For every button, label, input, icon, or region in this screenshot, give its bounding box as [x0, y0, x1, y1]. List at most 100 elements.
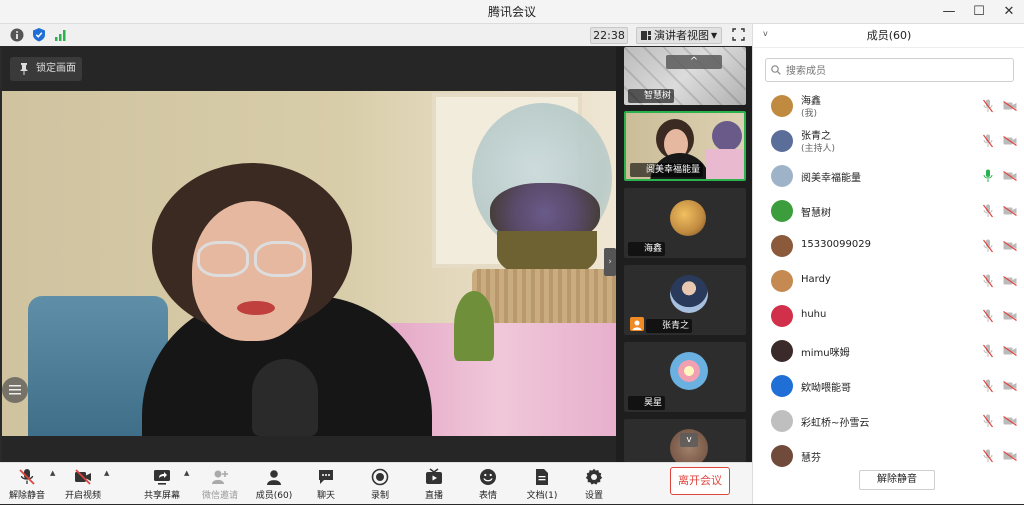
mic-muted-icon[interactable] — [983, 134, 993, 148]
collapse-panel-chevron-icon[interactable]: v — [763, 29, 768, 38]
info-icon[interactable] — [10, 28, 24, 42]
start-video-button[interactable]: 开启视频 — [60, 463, 106, 505]
live-stream-icon — [426, 468, 442, 484]
security-shield-icon[interactable] — [32, 27, 46, 42]
record-label: 录制 — [370, 491, 389, 501]
emoji-button[interactable]: 表情 — [468, 463, 508, 505]
camera-off-icon[interactable] — [1003, 311, 1017, 321]
camera-off-icon[interactable] — [1003, 381, 1017, 391]
emoji-label: 表情 — [478, 491, 497, 501]
settings-label: 设置 — [584, 491, 603, 501]
settings-button[interactable]: 设置 — [574, 463, 614, 505]
member-row[interactable]: mimu咪姆 — [753, 334, 1024, 369]
unmute-button[interactable]: 解除静音 — [6, 463, 48, 505]
video-thumb[interactable]: 张青之 — [624, 265, 746, 335]
gear-icon — [585, 468, 603, 485]
pin-view-label: 锁定画面 — [36, 63, 76, 74]
mic-muted-icon[interactable] — [983, 239, 993, 253]
member-name: 慧芬 — [801, 453, 821, 464]
maximize-icon[interactable]: ☐ — [964, 0, 994, 24]
member-row[interactable]: 张青之 (主持人) — [753, 124, 1024, 159]
mic-muted-icon[interactable] — [983, 204, 993, 218]
camera-off-icon[interactable] — [1003, 416, 1017, 426]
signal-strength-icon[interactable] — [54, 28, 68, 42]
share-options-chevron-icon[interactable]: ▲ — [184, 469, 189, 477]
video-options-chevron-icon[interactable]: ▲ — [104, 469, 109, 477]
view-mode-select[interactable]: 演讲者视图 ▼ — [636, 27, 722, 44]
mic-on-icon[interactable] — [983, 169, 993, 183]
record-button[interactable]: 录制 — [360, 463, 400, 505]
avatar — [670, 352, 708, 390]
video-thumb[interactable]: ^ 智慧树 — [624, 47, 746, 105]
mic-muted-icon[interactable] — [983, 414, 993, 428]
leave-meeting-button[interactable]: 离开会议 — [670, 467, 730, 495]
share-screen-button[interactable]: 共享屏幕 — [140, 463, 184, 505]
member-name: 海鑫 — [801, 96, 821, 107]
document-icon — [536, 469, 548, 485]
member-row[interactable]: 欸呦喂能哥 — [753, 369, 1024, 404]
member-name: 阅美幸福能量 — [801, 173, 861, 184]
mic-muted-icon[interactable] — [983, 449, 993, 463]
mic-muted-icon[interactable] — [983, 344, 993, 358]
audio-options-chevron-icon[interactable]: ▲ — [50, 469, 55, 477]
member-row[interactable]: 慧芬 — [753, 439, 1024, 474]
members-icon — [267, 470, 281, 485]
mic-muted-icon[interactable] — [983, 379, 993, 393]
camera-off-icon[interactable] — [1003, 171, 1017, 181]
scroll-down-icon[interactable]: v — [680, 433, 698, 447]
chat-button[interactable]: 聊天 — [306, 463, 346, 505]
member-name: mimu咪姆 — [801, 348, 850, 359]
chat-label: 聊天 — [316, 491, 335, 501]
camera-off-icon[interactable] — [1003, 206, 1017, 216]
wechat-invite-label: 微信邀请 — [201, 491, 238, 501]
member-search[interactable] — [765, 58, 1014, 82]
camera-off-icon[interactable] — [1003, 136, 1017, 146]
member-row[interactable]: huhu — [753, 299, 1024, 334]
avatar — [771, 340, 793, 362]
video-thumb[interactable]: 昊星 — [624, 342, 746, 412]
member-row[interactable]: 阅美幸福能量 — [753, 159, 1024, 194]
camera-off-icon[interactable] — [1003, 241, 1017, 251]
member-row[interactable]: 海鑫 (我) — [753, 89, 1024, 124]
members-label: 成员(60) — [255, 491, 293, 501]
side-menu-button[interactable] — [2, 377, 28, 403]
unmute-all-button[interactable]: 解除静音 — [859, 470, 935, 490]
member-name: 彩虹桥~孙雪云 — [801, 418, 870, 429]
share-screen-icon — [154, 470, 170, 485]
camera-off-icon[interactable] — [1003, 276, 1017, 286]
panel-title: 成员(60) — [753, 24, 1024, 48]
member-search-input[interactable] — [784, 61, 1008, 81]
member-row[interactable]: 智慧树 — [753, 194, 1024, 229]
main-video-area[interactable]: 锁定画面 — [2, 47, 616, 462]
avatar — [771, 410, 793, 432]
start-video-label: 开启视频 — [64, 491, 101, 501]
member-row[interactable]: 彩虹桥~孙雪云 — [753, 404, 1024, 439]
video-thumb-active[interactable]: 阅美幸福能量 — [624, 111, 746, 181]
member-name: 15330099029 — [801, 239, 871, 250]
members-button[interactable]: 成员(60) — [252, 463, 296, 505]
camera-off-icon[interactable] — [1003, 346, 1017, 356]
video-thumb[interactable]: v — [624, 419, 746, 462]
video-thumb[interactable]: 海鑫 — [624, 188, 746, 258]
fullscreen-icon[interactable] — [732, 28, 745, 41]
pin-view-button[interactable]: 锁定画面 — [10, 57, 82, 81]
video-off-icon — [75, 469, 91, 485]
mic-muted-icon[interactable] — [983, 99, 993, 113]
avatar — [771, 130, 793, 152]
camera-off-icon[interactable] — [1003, 451, 1017, 461]
wechat-invite-button[interactable]: 微信邀请 — [198, 463, 242, 505]
close-icon[interactable]: ✕ — [994, 0, 1024, 24]
mic-muted-icon[interactable] — [983, 309, 993, 323]
docs-button[interactable]: 文档(1) — [520, 463, 564, 505]
meeting-toolbar: 解除静音 ▲ 开启视频 ▲ 共享屏幕 ▲ 微信邀请 成员(60) 聊天 录制 直… — [0, 462, 752, 504]
live-button[interactable]: 直播 — [414, 463, 454, 505]
minimize-icon[interactable]: — — [934, 0, 964, 24]
member-name: huhu — [801, 309, 827, 320]
mic-muted-icon[interactable] — [983, 274, 993, 288]
live-label: 直播 — [424, 491, 443, 501]
camera-off-icon[interactable] — [1003, 101, 1017, 111]
member-row[interactable]: Hardy — [753, 264, 1024, 299]
member-row[interactable]: 15330099029 — [753, 229, 1024, 264]
collapse-thumbs-icon[interactable]: › — [604, 248, 616, 276]
scroll-up-icon[interactable]: ^ — [666, 55, 722, 69]
